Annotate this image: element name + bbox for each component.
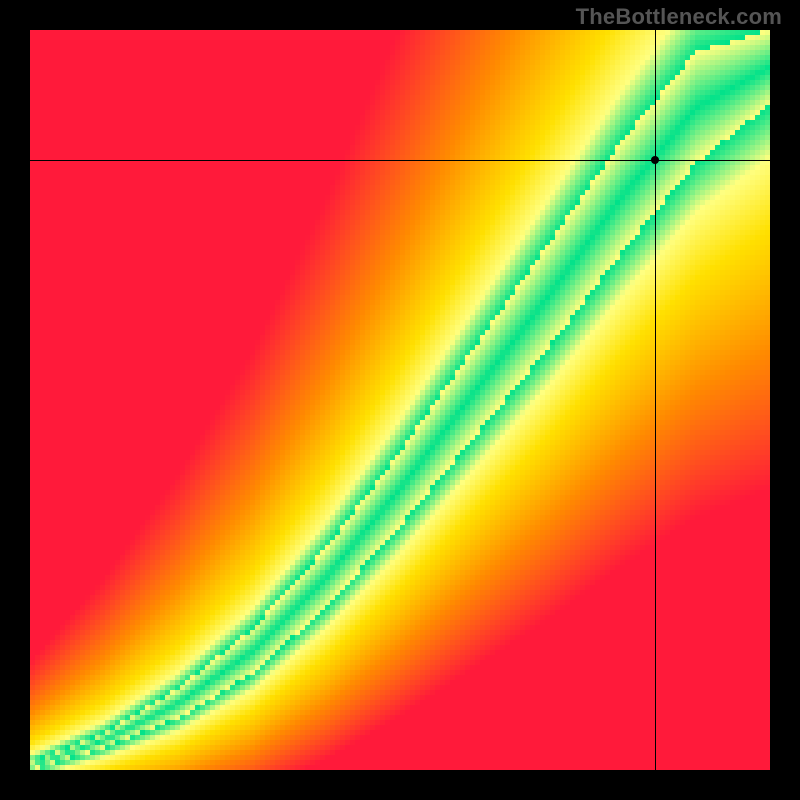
marker-point — [651, 156, 659, 164]
heatmap-canvas — [30, 30, 770, 770]
crosshair-vertical — [655, 30, 656, 770]
heatmap-plot — [30, 30, 770, 770]
watermark-text: TheBottleneck.com — [576, 4, 782, 30]
